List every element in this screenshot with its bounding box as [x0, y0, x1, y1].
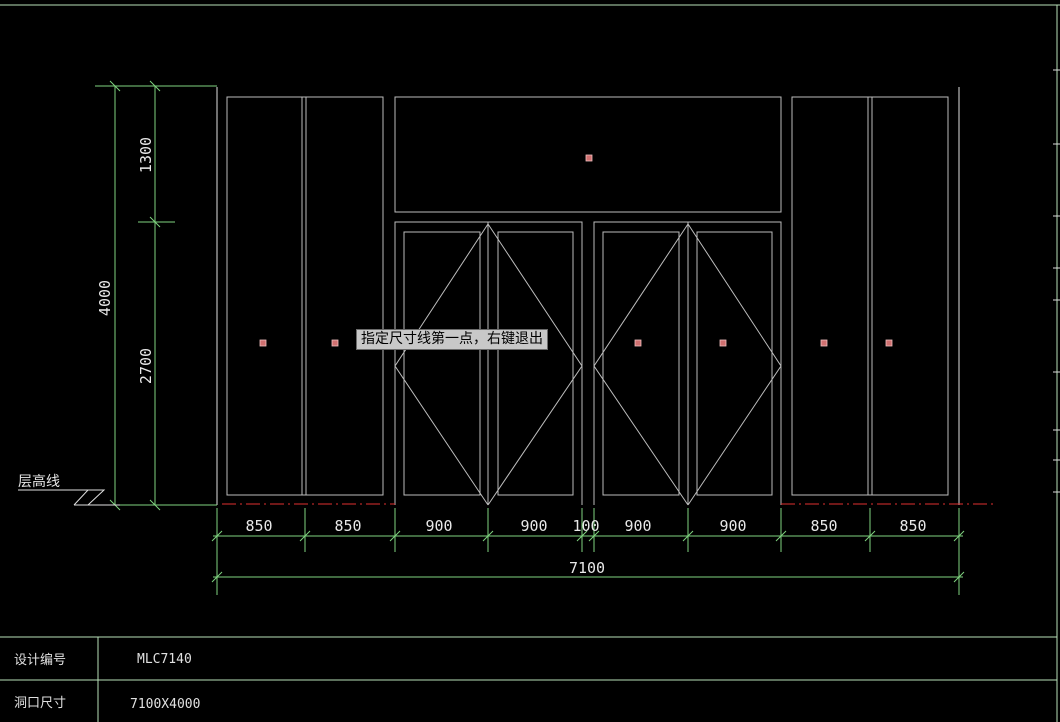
- dim-width-3: 900: [425, 517, 452, 535]
- grip-marker: [331, 339, 339, 347]
- dim-upper-height: 1300: [137, 137, 155, 173]
- dim-lower-height: 2700: [137, 348, 155, 384]
- grip-marker: [634, 339, 642, 347]
- title-block-value-opening-size: 7100X4000: [130, 697, 200, 712]
- floor-line-label: 层高线: [18, 473, 60, 490]
- left-fixed-panels[interactable]: [226, 96, 384, 496]
- cad-drawing-canvas[interactable]: 4000 1300 2700 层高线 850 850 900 900 100 9…: [0, 0, 1060, 722]
- title-block-label-opening-size: 洞口尺寸: [14, 696, 66, 711]
- dim-width-8: 850: [810, 517, 837, 535]
- right-fixed-panels[interactable]: [791, 96, 949, 496]
- dim-width-2: 850: [334, 517, 361, 535]
- dim-total-height: 4000: [96, 280, 114, 316]
- command-prompt-tooltip: 指定尺寸线第一点，右键退出: [356, 329, 548, 350]
- title-block-label-design-number: 设计编号: [14, 653, 66, 668]
- left-casement-pair[interactable]: [394, 221, 583, 506]
- sheet-border: [0, 4, 1060, 722]
- dim-width-7: 900: [719, 517, 746, 535]
- grip-marker: [820, 339, 828, 347]
- selection-grips[interactable]: [259, 154, 893, 347]
- top-transom-panel[interactable]: [394, 96, 782, 213]
- dim-overall-width: 7100: [569, 559, 605, 577]
- dim-width-9: 850: [899, 517, 926, 535]
- title-block-value-design-number: MLC7140: [137, 652, 192, 667]
- dim-width-6: 900: [624, 517, 651, 535]
- floor-level-symbol: [18, 489, 120, 506]
- grip-marker: [585, 154, 593, 162]
- dim-width-4: 900: [520, 517, 547, 535]
- grip-marker: [259, 339, 267, 347]
- right-casement-pair[interactable]: [593, 221, 782, 506]
- opening-outline: [216, 87, 960, 505]
- dim-width-5: 100: [572, 517, 599, 535]
- dim-width-1: 850: [245, 517, 272, 535]
- grip-marker: [719, 339, 727, 347]
- grip-marker: [885, 339, 893, 347]
